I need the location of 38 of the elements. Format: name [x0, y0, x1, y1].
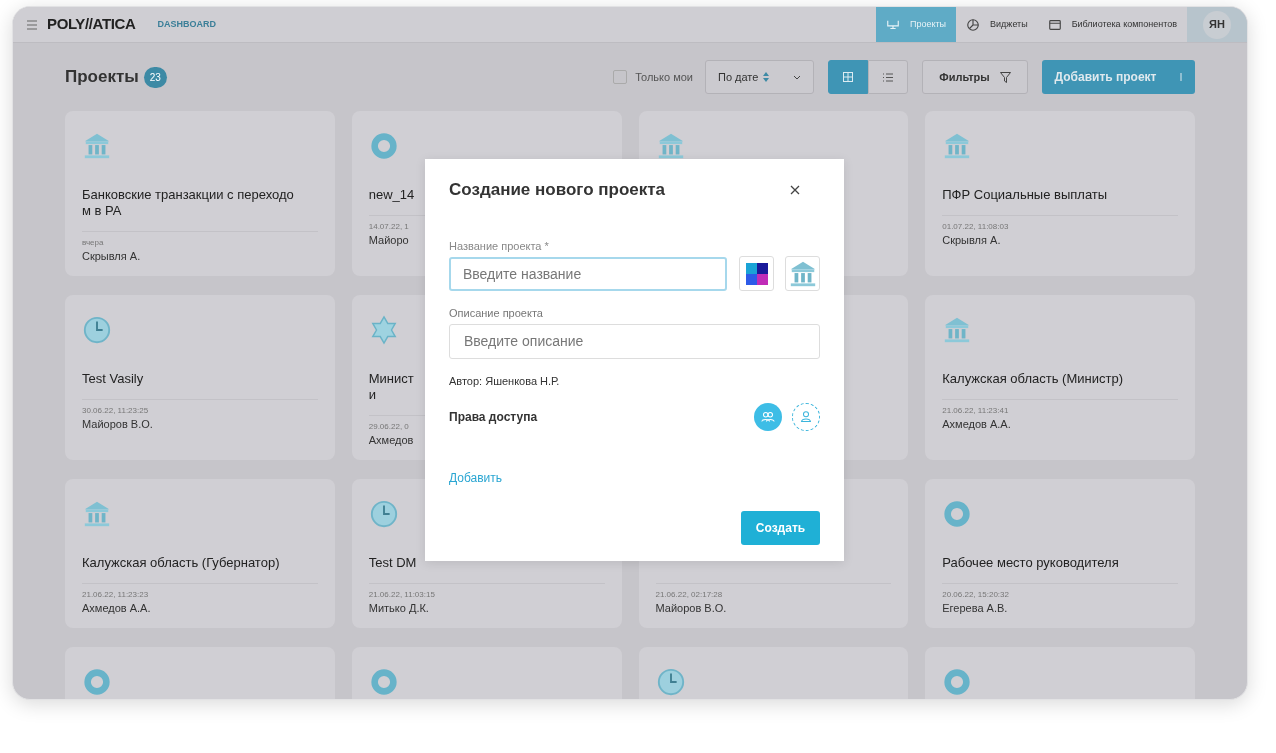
access-label: Права доступа [449, 409, 538, 426]
card-title: Калужская область (Губернатор) [82, 555, 280, 571]
card-title: Банковские транзакции с переходом в РА [82, 187, 295, 219]
card-date: 21.06.22, 02:17:28 [655, 589, 723, 600]
card-date: 01.07.22, 11:08:03 [942, 221, 1009, 232]
card-title: Test Vasily [82, 371, 144, 387]
card-date: 20.06.22, 15:20:32 [942, 589, 1009, 600]
card-title: new_14 [368, 187, 415, 203]
card-title: ПФР Социальные выплаты [942, 187, 1108, 203]
card-author: Ахмедов А.А. [82, 601, 151, 614]
card-author: Ахмедов А.А. [942, 417, 1011, 430]
field-label: Название проекта * [449, 238, 550, 254]
card-date: 21.06.22, 11:23:41 [942, 405, 1009, 416]
card-title: Калужская область (Министр) [942, 371, 1123, 387]
card-author: Майоро [368, 233, 409, 246]
page-title: Проекты [65, 66, 139, 89]
card-date: 30.06.22, 11:23:25 [82, 405, 149, 416]
card-author: Скрывля А. [82, 249, 141, 262]
card-title: Test DM [368, 555, 417, 571]
card-author: Майоров В.О. [655, 601, 727, 614]
checkbox-label: Только мои [635, 69, 693, 85]
card-date: 21.06.22, 11:23:23 [82, 589, 149, 600]
card-date: 14.07.22, 1 [368, 221, 409, 232]
project-count: 23 [143, 66, 167, 88]
card-author: Майоров В.О. [82, 417, 153, 430]
author-text: Автор: Яшенкова Н.Р. [449, 373, 561, 389]
card-title: Минист и [368, 371, 414, 403]
card-author: Егерева А.В. [942, 601, 1008, 614]
field-label: Описание проекта [449, 306, 544, 321]
section-title: DASHBOARD [157, 17, 216, 31]
card-date: 21.06.22, 11:03:15 [368, 589, 435, 600]
logo: POLY//ATICA [47, 14, 136, 35]
card-author: Ахмедов [368, 433, 414, 446]
card-author: Скрывля А. [942, 233, 1001, 246]
card-date: вчера [82, 237, 104, 248]
card-author: Митько Д.К. [368, 601, 429, 614]
card-title: Рабочее место руководителя [942, 555, 1119, 571]
card-date: 29.06.22, 0 [368, 421, 409, 432]
